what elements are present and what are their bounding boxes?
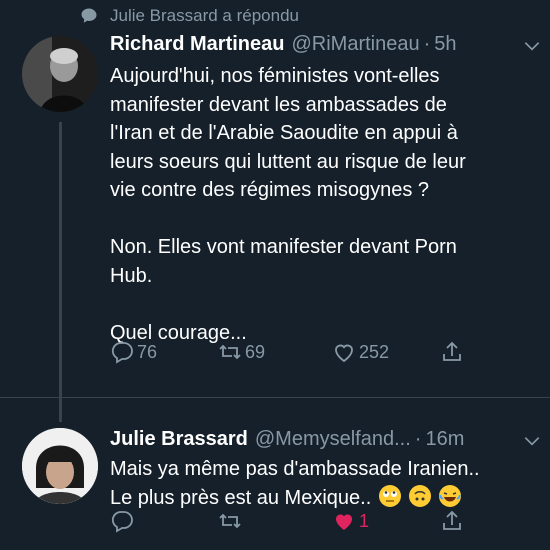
share-button[interactable] xyxy=(440,340,467,364)
author-name[interactable]: Julie Brassard xyxy=(110,428,248,451)
reply-count: 76 xyxy=(137,341,158,362)
reply-button[interactable]: 76 xyxy=(110,340,157,364)
like-button[interactable]: 252 xyxy=(332,340,389,364)
author-handle[interactable]: @RiMartineau xyxy=(291,33,419,56)
avatar[interactable] xyxy=(22,428,98,504)
chevron-down-icon[interactable] xyxy=(522,431,542,451)
reply-icon xyxy=(111,511,133,533)
like-button[interactable]: 1 xyxy=(332,509,369,533)
reply-context-text: Julie Brassard a répondu xyxy=(110,6,300,25)
chevron-down-icon[interactable] xyxy=(522,36,542,56)
avatar-image xyxy=(22,428,98,504)
reply-context: Julie Brassard a répondu xyxy=(80,6,299,26)
retweet-icon xyxy=(219,344,241,360)
speech-bubble-icon xyxy=(81,8,97,23)
tweet-divider xyxy=(0,397,550,398)
tweet-header: Julie Brassard @Memyselfand... · 16m xyxy=(110,428,536,451)
retweet-button[interactable]: 69 xyxy=(218,340,265,364)
author-handle[interactable]: @Memyselfand... xyxy=(255,428,411,451)
author-name[interactable]: Richard Martineau xyxy=(110,33,284,56)
like-count: 252 xyxy=(359,341,390,362)
tweet-header: Richard Martineau @RiMartineau · 5h xyxy=(110,33,536,56)
tweet-text: Mais ya même pas d'ambassade Iranien.. L… xyxy=(110,455,530,512)
retweet-button[interactable] xyxy=(218,509,245,533)
heart-filled-icon xyxy=(336,514,352,530)
avatar-image xyxy=(22,36,98,112)
separator-dot: · xyxy=(414,428,422,450)
timestamp[interactable]: 5h xyxy=(434,33,456,56)
reply-icon xyxy=(111,342,133,364)
share-button[interactable] xyxy=(440,509,467,533)
upside-down-face-emoji xyxy=(409,484,432,507)
retweet-count: 69 xyxy=(245,341,266,362)
separator-dot: · xyxy=(423,33,431,55)
like-count: 1 xyxy=(359,510,370,531)
timestamp[interactable]: 16m xyxy=(425,428,464,451)
share-icon xyxy=(443,341,461,361)
tears-of-joy-emoji xyxy=(439,484,462,507)
reply-button[interactable] xyxy=(110,509,137,533)
thread-line xyxy=(59,122,62,422)
retweet-icon xyxy=(219,513,241,529)
tweet-text: Aujourd'hui, nos féministes vont-elles m… xyxy=(110,65,466,344)
avatar[interactable] xyxy=(22,36,98,112)
heart-icon xyxy=(335,344,353,363)
share-icon xyxy=(443,510,461,530)
eye-roll-emoji xyxy=(379,484,402,507)
